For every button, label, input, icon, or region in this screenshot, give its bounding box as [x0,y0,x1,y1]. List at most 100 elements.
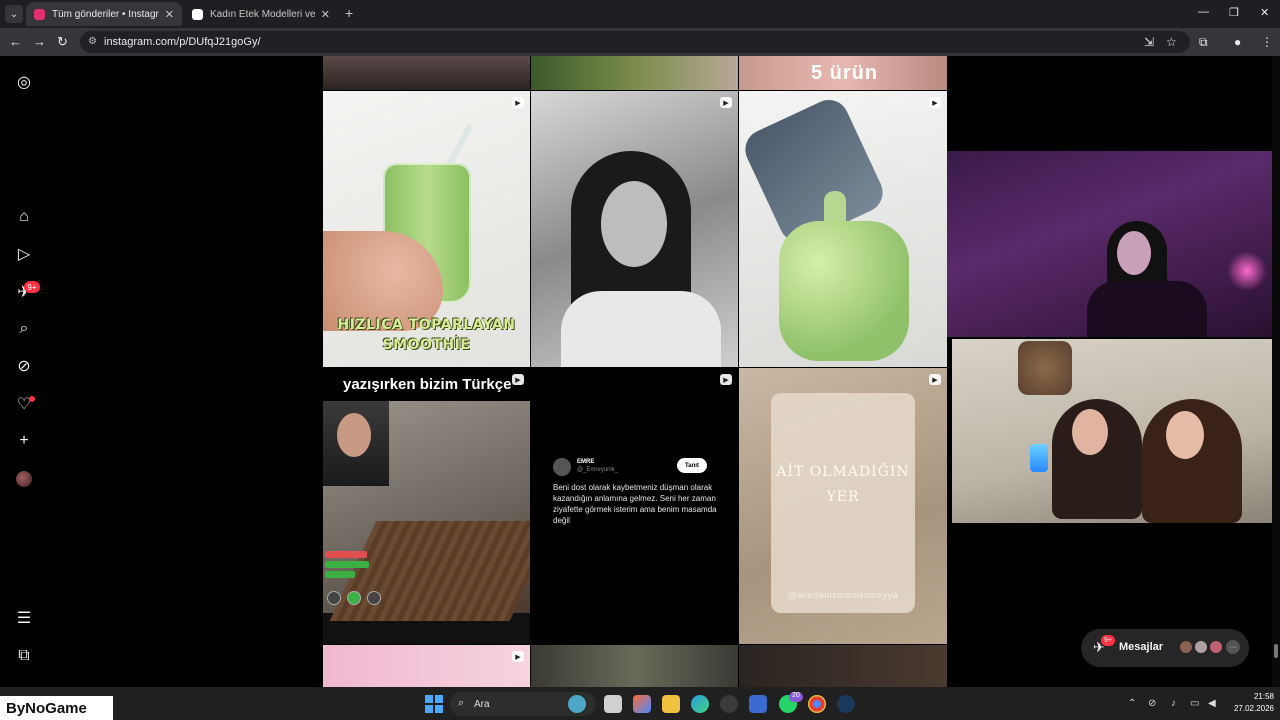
messages-badge: 9+ [1101,635,1115,646]
browser-tab-bar: ⌄ Tüm gönderiler • Instagram ✕ Kadın Ete… [0,0,1280,28]
reel-icon: ▶ [929,374,941,385]
post-smoothie[interactable]: HIZLICA TOPARLAYAN SMOOTHİE ▶ [323,91,530,367]
post-thumbnail[interactable] [323,56,530,90]
hud-circle [327,591,341,605]
chrome-icon[interactable] [808,695,826,713]
task-view-icon[interactable] [604,695,622,713]
face-right [1166,411,1204,459]
post-thumbnail[interactable] [531,56,738,90]
create-icon[interactable]: + [14,431,34,451]
file-explorer-icon[interactable] [662,695,680,713]
volume-icon[interactable]: ◀ [1208,698,1216,709]
face-shape [337,413,371,457]
avatar [1194,640,1208,654]
close-window-icon[interactable]: ✕ [1260,6,1269,19]
profile-icon[interactable]: ● [1234,35,1241,49]
stream-overlay-two-people [952,339,1280,523]
close-tab-icon[interactable]: ✕ [165,8,174,21]
display-icon[interactable]: ▭ [1190,698,1199,709]
light-glow [1227,251,1267,291]
smoothie-title-line2: SMOOTHİE [382,337,471,353]
install-app-icon[interactable]: ⇲ [1144,35,1154,49]
tray-overflow-icon[interactable]: ⌃ [1128,698,1136,709]
network-off-icon[interactable]: ⊘ [1148,698,1156,709]
jar-shape [779,221,909,361]
start-button[interactable] [425,695,443,713]
address-bar[interactable]: ⚙ instagram.com/p/DUfqJ21goGy/ [80,31,1190,53]
messages-label: Mesajlar [1119,641,1164,653]
also-from-meta-icon[interactable]: ⧉ [14,646,34,666]
tweet-name: EMRE [577,459,595,465]
store-icon[interactable] [749,695,767,713]
more-menu-icon[interactable]: ☰ [14,608,34,628]
search-highlight-icon[interactable] [568,695,586,713]
tab-search-button[interactable]: ⌄ [5,5,23,23]
chrome-menu-icon[interactable]: ⋮ [1261,35,1273,49]
game-hud [325,543,385,613]
post-handle: @ailedanismanisumeyya [787,590,899,600]
hud-circle [347,591,361,605]
post-thumbnail[interactable]: 5 ürün [739,56,947,90]
new-tab-button[interactable]: + [345,5,353,21]
bookmark-star-icon[interactable]: ☆ [1166,35,1177,49]
wall-decor [1018,341,1072,395]
instagram-favicon-icon [34,8,45,20]
streamer-body [1087,281,1207,337]
messages-pill[interactable]: ✈ 9+ Mesajlar ··· [1081,629,1249,667]
post-thumbnail[interactable] [739,645,947,687]
webcam-shape [323,401,389,486]
minimize-icon[interactable]: — [1198,6,1209,18]
post-turkce-meme[interactable]: yazışırken bizim Türkçe ▶ [323,368,530,644]
posts-grid: 5 ürün HIZLICA TOPARLAYAN SMOOTHİE ▶ ▶ ▶… [323,56,947,687]
profile-avatar[interactable] [16,471,32,487]
scroll-thumb[interactable] [1274,644,1278,658]
tweet-text: Beni dost olarak kaybetmeniz düşman olar… [553,483,717,525]
post-overlay-text: 5 ürün [811,62,879,84]
hud-bar [325,551,367,558]
post-green-jar[interactable]: ▶ [739,91,947,367]
explore-icon[interactable]: ⊘ [14,356,34,376]
close-tab-icon[interactable]: ✕ [321,8,330,21]
clock-date: 27.02.2026 [1233,704,1274,713]
github-desktop-icon[interactable] [720,695,738,713]
streamer-face [1117,231,1151,275]
microphone-icon[interactable]: ♪ [1171,698,1176,709]
hud-circle [367,591,381,605]
reels-icon[interactable]: ▷ [14,244,34,264]
more-avatars: ··· [1226,640,1240,654]
copilot-icon[interactable] [633,695,651,713]
steam-icon[interactable] [837,695,855,713]
forward-icon[interactable]: → [33,34,46,49]
tab-etek[interactable]: Kadın Etek Modelleri ve Fiyatları ✕ [184,2,338,26]
site-info-icon[interactable]: ⚙ [88,36,97,47]
face-shape [601,181,667,267]
post-thumbnail[interactable]: ▶ [323,645,530,687]
reload-icon[interactable]: ↻ [57,34,68,50]
messages-badge: 9+ [24,281,40,293]
extensions-icon[interactable]: ⧉ [1199,35,1208,50]
bynogame-watermark: ByNoGame [0,696,113,720]
edge-icon[interactable] [691,695,709,713]
instagram-logo-icon[interactable]: ◎ [14,72,34,92]
reel-icon: ▶ [720,97,732,108]
restore-icon[interactable]: ❐ [1229,6,1239,19]
taskbar-clock[interactable]: 21:58 27.02.2026 [1228,691,1274,715]
post-ait-olmadigin-yer[interactable]: AİT OLMADIĞIN YER @ailedanismanisumeyya … [739,368,947,644]
home-icon[interactable]: ⌂ [14,207,34,227]
reel-icon: ▶ [929,97,941,108]
post-tweet[interactable]: EMRE @_Emreyunik_ Tanıt Beni dost olarak… [531,368,738,644]
search-icon: ⌕ [458,697,465,709]
tweet-follow-button: Tanıt [677,458,707,473]
back-icon[interactable]: ← [9,34,22,49]
sidebar: ◎ ⌂ ▷ ✈ 9+ ⌕ ⊘ ♡ + ☰ ⧉ [0,56,48,687]
search-icon[interactable]: ⌕ [14,319,34,339]
page-scrollbar[interactable] [1272,56,1280,687]
tab-instagram[interactable]: Tüm gönderiler • Instagram ✕ [26,2,182,26]
notifications-dot [29,396,35,402]
post-thumbnail[interactable] [531,645,738,687]
shirt-shape [561,291,721,367]
tab-title: Kadın Etek Modelleri ve Fiyatları [210,8,315,20]
post-bw-portrait[interactable]: ▶ [531,91,738,367]
instagram-page: ◎ ⌂ ▷ ✈ 9+ ⌕ ⊘ ♡ + ☰ ⧉ 5 ürün HIZLICA TO… [0,56,1280,687]
tweet-avatar [553,458,571,476]
